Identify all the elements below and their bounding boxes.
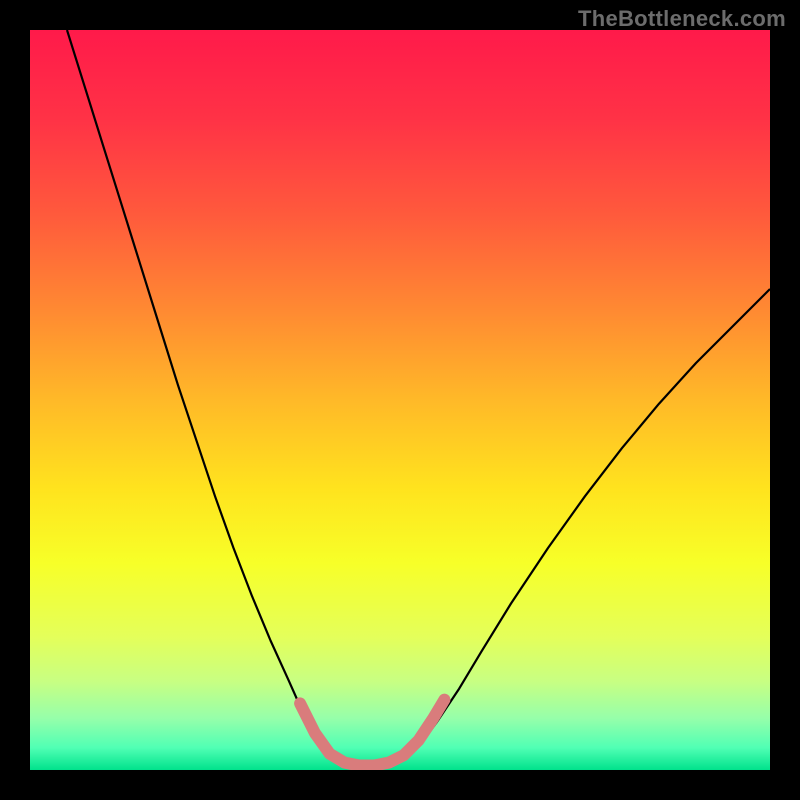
plot-area [30,30,770,770]
watermark-text: TheBottleneck.com [578,6,786,32]
chart-frame: TheBottleneck.com [0,0,800,800]
gradient-background [30,30,770,770]
plot-svg [30,30,770,770]
